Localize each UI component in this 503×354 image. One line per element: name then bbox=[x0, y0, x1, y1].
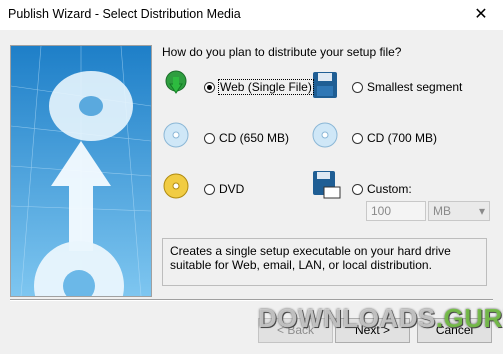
globe-download-icon bbox=[165, 70, 187, 94]
radio-web-label[interactable]: Web (Single File) bbox=[218, 79, 314, 95]
floppy-disk-icon bbox=[313, 72, 337, 98]
radio-dvd-indicator[interactable] bbox=[204, 183, 215, 195]
window-title: Publish Wizard - Select Distribution Med… bbox=[8, 7, 241, 21]
custom-size-input[interactable]: 100 bbox=[366, 201, 426, 221]
radio-custom-label[interactable]: Custom: bbox=[367, 182, 412, 196]
radio-cd-700[interactable]: CD (700 MB) bbox=[352, 131, 437, 145]
custom-unit-select[interactable]: MB bbox=[428, 201, 490, 221]
option-description: Creates a single setup executable on you… bbox=[162, 238, 487, 286]
cancel-button[interactable]: Cancel bbox=[417, 318, 492, 343]
radio-cd700-indicator[interactable] bbox=[352, 132, 363, 144]
radio-web-single-file[interactable]: Web (Single File) bbox=[204, 79, 314, 95]
custom-unit-value: MB bbox=[433, 204, 451, 218]
radio-custom[interactable]: Custom: bbox=[352, 182, 412, 196]
title-bar: Publish Wizard - Select Distribution Med… bbox=[0, 0, 503, 30]
cd-650-icon bbox=[163, 122, 189, 148]
back-button[interactable]: < Back bbox=[258, 318, 333, 343]
custom-floppy-icon bbox=[313, 171, 341, 199]
radio-cd700-label[interactable]: CD (700 MB) bbox=[367, 131, 437, 145]
dvd-icon bbox=[163, 173, 189, 199]
radio-web-indicator[interactable] bbox=[204, 81, 215, 93]
radio-dvd-label[interactable]: DVD bbox=[219, 182, 244, 196]
next-button[interactable]: Next > bbox=[335, 318, 410, 343]
radio-smallest-segment[interactable]: Smallest segment bbox=[352, 80, 462, 94]
radio-dvd[interactable]: DVD bbox=[204, 182, 244, 196]
radio-cd-650[interactable]: CD (650 MB) bbox=[204, 131, 289, 145]
radio-smallest-label[interactable]: Smallest segment bbox=[367, 80, 462, 94]
button-separator bbox=[10, 299, 493, 301]
cd-700-icon bbox=[312, 122, 338, 148]
close-icon[interactable]: ✕ bbox=[459, 0, 503, 30]
radio-smallest-indicator[interactable] bbox=[352, 81, 363, 93]
radio-cd650-indicator[interactable] bbox=[204, 132, 215, 144]
radio-cd650-label[interactable]: CD (650 MB) bbox=[219, 131, 289, 145]
wizard-banner-image bbox=[10, 45, 152, 297]
radio-custom-indicator[interactable] bbox=[352, 183, 363, 195]
distribution-prompt: How do you plan to distribute your setup… bbox=[162, 45, 402, 59]
